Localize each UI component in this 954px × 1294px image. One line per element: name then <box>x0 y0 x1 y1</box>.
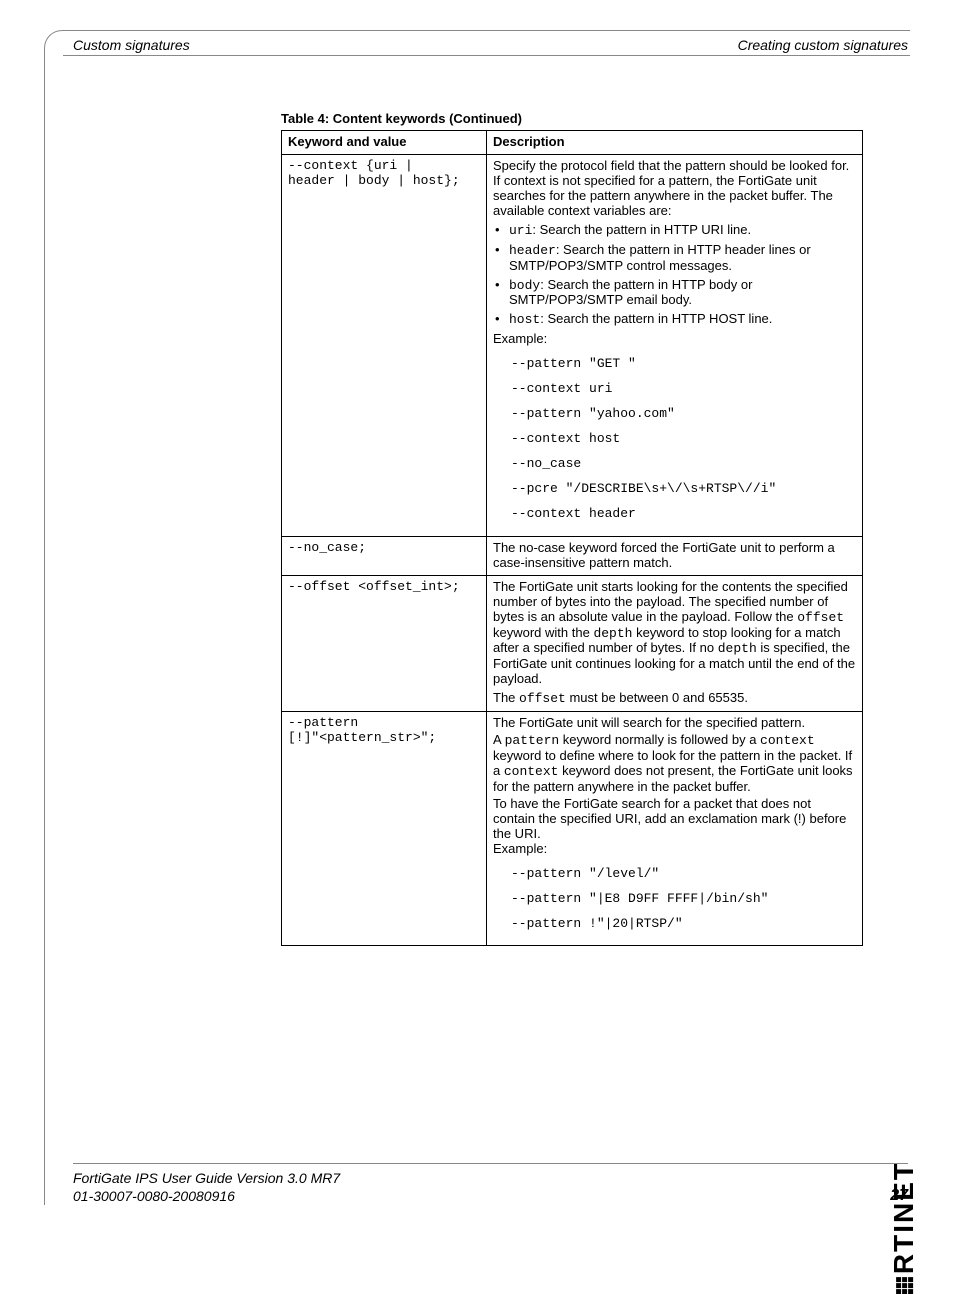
content-area: Table 4: Content keywords (Continued) Ke… <box>281 111 863 946</box>
example-block: --pattern "/level/" --pattern "|E8 D9FF … <box>511 867 856 932</box>
col-keyword: Keyword and value <box>282 131 487 155</box>
col-description: Description <box>487 131 863 155</box>
context-variable-list: uri: Search the pattern in HTTP URI line… <box>493 223 856 329</box>
example-label: Example: <box>493 842 856 857</box>
header-rule <box>63 55 910 56</box>
page-footer: FortiGate IPS User Guide Version 3.0 MR7… <box>73 1163 908 1205</box>
list-item: body: Search the pattern in HTTP body or… <box>493 278 856 309</box>
desc-no-case: The no-case keyword forced the FortiGate… <box>487 536 863 575</box>
kw-offset: --offset <offset_int>; <box>282 575 487 712</box>
desc-offset: The FortiGate unit starts looking for th… <box>487 575 863 712</box>
page-frame: Custom signatures Creating custom signat… <box>44 30 910 1205</box>
kw-context: --context {uri | header | body | host}; <box>282 154 487 536</box>
example-label: Example: <box>493 332 856 347</box>
list-item: header: Search the pattern in HTTP heade… <box>493 243 856 274</box>
table-header-row: Keyword and value Description <box>282 131 863 155</box>
table-row: --context {uri | header | body | host}; … <box>282 154 863 536</box>
content-keywords-table: Keyword and value Description --context … <box>281 130 863 946</box>
list-item: uri: Search the pattern in HTTP URI line… <box>493 223 856 239</box>
list-item: host: Search the pattern in HTTP HOST li… <box>493 312 856 328</box>
table-row: --offset <offset_int>; The FortiGate uni… <box>282 575 863 712</box>
table-caption: Table 4: Content keywords (Continued) <box>281 111 863 126</box>
table-row: --pattern [!]"<pattern_str>"; The FortiG… <box>282 712 863 946</box>
kw-no-case: --no_case; <box>282 536 487 575</box>
header-left: Custom signatures <box>73 37 190 53</box>
table-row: --no_case; The no-case keyword forced th… <box>282 536 863 575</box>
footer-docid: 01-30007-0080-20080916 <box>73 1188 340 1206</box>
example-block: --pattern "GET " --context uri --pattern… <box>511 357 856 522</box>
footer-title: FortiGate IPS User Guide Version 3.0 MR7 <box>73 1170 340 1188</box>
footer-lines: FortiGate IPS User Guide Version 3.0 MR7… <box>73 1170 340 1205</box>
page-number: 27 <box>890 1187 908 1205</box>
desc-pattern: The FortiGate unit will search for the s… <box>487 712 863 946</box>
desc-context: Specify the protocol field that the patt… <box>487 154 863 536</box>
header-right: Creating custom signatures <box>738 37 908 53</box>
kw-pattern: --pattern [!]"<pattern_str>"; <box>282 712 487 946</box>
logo-dots-icon <box>896 1276 914 1294</box>
